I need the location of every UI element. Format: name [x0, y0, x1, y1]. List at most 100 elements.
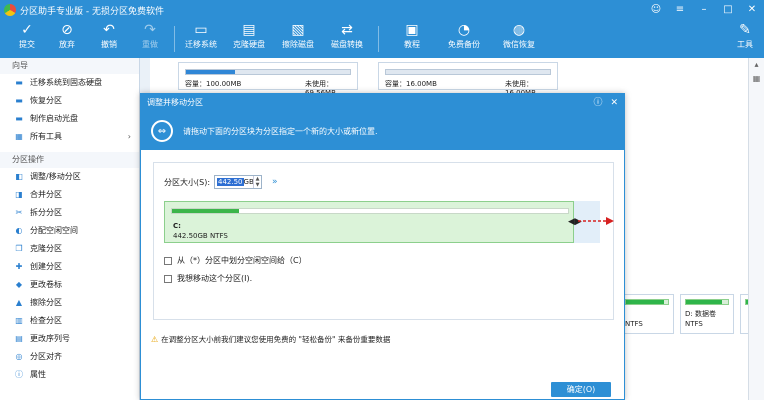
usage-bar [625, 299, 669, 305]
sidebar-item-wipe[interactable]: ▲ 擦除分区 [0, 294, 139, 312]
partition-ops-section-title: 分区操作 [0, 152, 139, 168]
maximize-icon[interactable]: □ [716, 0, 740, 18]
free-backup-button[interactable]: ◔ 免费备份 [441, 20, 487, 58]
sidebar-item-properties[interactable]: ⓘ 属性 [0, 366, 139, 384]
allocate-icon: ◐ [15, 226, 23, 235]
ok-button[interactable]: 确定(O) [551, 382, 611, 397]
close-icon[interactable]: ✕ [740, 0, 764, 18]
partition-card[interactable]: 容量：16.00MB 未使用：16.00MB [378, 62, 558, 97]
warning-icon: ⚠ [151, 335, 159, 344]
resize-icon: ◧ [15, 172, 23, 181]
usage-bar [385, 69, 551, 75]
sidebar-item-serial[interactable]: ▤ 更改序列号 [0, 330, 139, 348]
feedback-icon[interactable]: ☺ [644, 0, 668, 18]
size-label: 分区大小(S): [164, 177, 211, 187]
dialog-body: 分区大小(S): 442.50 GB ▲ ▼ » C: 442.50GB NTFS… [153, 162, 614, 320]
merge-icon: ◨ [15, 190, 23, 199]
sidebar-item-check[interactable]: ▥ 检查分区 [0, 312, 139, 330]
partition-card[interactable]: 容量：100.00MB 未使用：69.56MB [178, 62, 358, 97]
tutorial-button[interactable]: ▣ 教程 [389, 20, 435, 58]
wipe-icon: ▲ [15, 298, 23, 307]
right-scrollbar[interactable]: ▴ ▦ [748, 58, 764, 400]
partition-mini-card[interactable]: D: 数据卷 NTFS [680, 294, 734, 334]
app-logo-icon [4, 4, 16, 16]
sidebar-item-migrate-ssd[interactable]: ▬ 迁移系统到固态硬盘 [0, 74, 139, 92]
undo-icon: ↶ [103, 22, 115, 38]
redo-icon: ↷ [144, 22, 156, 38]
migrate-icon: ▭ [194, 22, 208, 38]
partition-name: C: [173, 222, 181, 230]
spinner-icon[interactable]: ▲ ▼ [253, 176, 261, 188]
partition-usage-bar [171, 208, 569, 214]
sidebar: 向导 ▬ 迁移系统到固态硬盘 ▬ 恢复分区 ▬ 制作启动光盘 ▦ 所有工具 › … [0, 58, 140, 400]
partition-block[interactable]: C: 442.50GB NTFS [164, 201, 574, 243]
convert-icon: ⇄ [341, 22, 353, 38]
usage-bar [185, 69, 351, 75]
disk-convert-button[interactable]: ⇄ 磁盘转换 [324, 20, 370, 58]
wipe-disk-button[interactable]: ▧ 擦除磁盘 [275, 20, 321, 58]
resize-partition-dialog: 调整并移动分区 ⓘ ✕ ⇔ 请拖动下面的分区块为分区指定一个新的大小或新位置. … [140, 93, 625, 400]
tools-icon: ▦ [15, 132, 23, 141]
top-toolbar-area: 分区助手专业版 - 无损分区免费软件 ☺ ≡ – □ ✕ ✓ 提交 ⊘ 放弃 ↶… [0, 0, 764, 58]
redo-button[interactable]: ↷ 重做 [127, 20, 173, 58]
collapse-icon[interactable]: ▴ [749, 58, 764, 72]
backup-icon: ◔ [457, 22, 471, 38]
banner-text: 请拖动下面的分区块为分区指定一个新的大小或新位置. [183, 126, 378, 136]
sidebar-item-create[interactable]: ✚ 创建分区 [0, 258, 139, 276]
restore-icon: ▬ [15, 96, 23, 105]
resize-icon: ⇔ [151, 120, 173, 142]
size-input[interactable]: 442.50 GB ▲ ▼ [214, 175, 263, 189]
serial-icon: ▤ [15, 334, 23, 343]
grid-view-icon[interactable]: ▦ [749, 72, 764, 86]
help-icon[interactable]: ⓘ [593, 94, 602, 112]
minimize-icon[interactable]: – [692, 0, 716, 18]
boot-disc-icon: ▬ [15, 114, 23, 123]
checkbox[interactable] [164, 256, 172, 265]
size-value: 442.50 [217, 178, 244, 186]
sidebar-item-restore-partition[interactable]: ▬ 恢复分区 [0, 92, 139, 110]
clone-disk-icon: ▤ [242, 22, 256, 38]
sidebar-item-allocate[interactable]: ◐ 分配空闲空间 [0, 222, 139, 240]
toolbar-divider [378, 26, 379, 52]
wechat-icon: ◍ [512, 22, 526, 38]
checkbox[interactable] [164, 274, 172, 283]
backup-note: ⚠ 在调整分区大小前我们建议您使用免费的 "轻松备份" 来备份重要数据 [151, 335, 391, 344]
split-icon: ✂ [15, 208, 23, 217]
chevron-right-icon: › [127, 132, 131, 141]
sidebar-item-all-tools[interactable]: ▦ 所有工具 › [0, 128, 139, 146]
undo-button[interactable]: ↶ 撤销 [86, 20, 132, 58]
wechat-recovery-button[interactable]: ◍ 微信恢复 [496, 20, 542, 58]
option-divide-free-space[interactable]: 从（*）分区中划分空闲空间给（C） [164, 255, 307, 266]
clone-disk-button[interactable]: ▤ 克隆硬盘 [226, 20, 272, 58]
label-icon: ◆ [15, 280, 23, 289]
sidebar-item-label[interactable]: ◆ 更改卷标 [0, 276, 139, 294]
sidebar-item-merge[interactable]: ◨ 合并分区 [0, 186, 139, 204]
drag-arrow-icon [578, 217, 614, 225]
sidebar-item-boot-disc[interactable]: ▬ 制作启动光盘 [0, 110, 139, 128]
migrate-os-button[interactable]: ▭ 迁移系统 [178, 20, 224, 58]
discard-icon: ⊘ [61, 22, 73, 38]
close-icon[interactable]: ✕ [610, 94, 618, 112]
create-icon: ✚ [15, 262, 23, 271]
menu-icon[interactable]: ≡ [668, 0, 692, 18]
sidebar-item-align[interactable]: ◎ 分区对齐 [0, 348, 139, 366]
partition-mini-card[interactable]: NTFS [620, 294, 674, 334]
dialog-titlebar: 调整并移动分区 ⓘ ✕ [141, 94, 624, 112]
expand-icon[interactable]: » [272, 177, 278, 187]
toolbar: ✓ 提交 ⊘ 放弃 ↶ 撤销 ↷ 重做 ▭ 迁移系统 ▤ 克隆硬盘 ▧ 擦除磁盘 [0, 20, 764, 58]
window-controls: ☺ ≡ – □ ✕ [644, 0, 764, 18]
toolbar-divider [174, 26, 175, 52]
eraser-icon: ▧ [291, 22, 305, 38]
book-icon: ▣ [405, 22, 419, 38]
option-move-partition[interactable]: 我想移动这个分区(I). [164, 273, 252, 284]
info-icon: ⓘ [15, 370, 23, 379]
usage-bar [685, 299, 729, 305]
clone-icon: ❐ [15, 244, 23, 253]
sidebar-item-split[interactable]: ✂ 拆分分区 [0, 204, 139, 222]
migrate-icon: ▬ [15, 78, 23, 87]
sidebar-item-resize[interactable]: ◧ 调整/移动分区 [0, 168, 139, 186]
discard-button[interactable]: ⊘ 放弃 [44, 20, 90, 58]
sidebar-item-clone[interactable]: ❐ 克隆分区 [0, 240, 139, 258]
wrench-icon: ✎ [739, 22, 751, 38]
tools-button[interactable]: ✎ 工具 [722, 20, 764, 58]
